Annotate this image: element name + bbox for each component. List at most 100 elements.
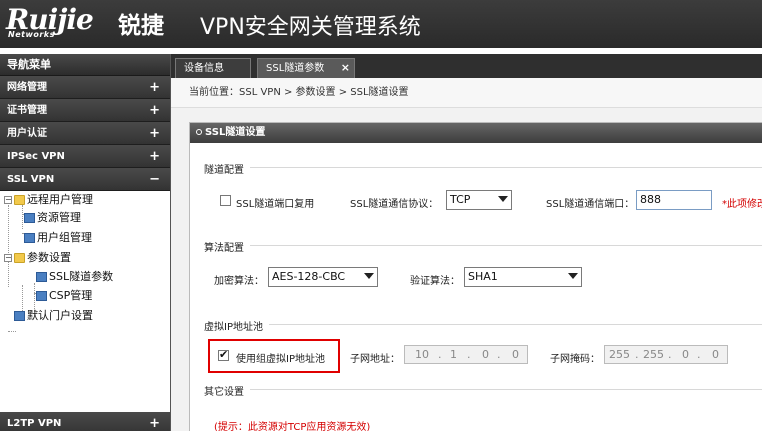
- nav-category-label: 证书管理: [7, 105, 47, 116]
- page-icon: [24, 213, 35, 223]
- use-group-pool-checkbox[interactable]: [218, 348, 229, 361]
- ip-dot: .: [497, 348, 501, 361]
- ip-octet: 1: [450, 348, 457, 361]
- ip-dot: .: [668, 348, 672, 361]
- subnet-label: 子网地址：: [350, 354, 400, 365]
- tree-item-label: 用户组管理: [37, 231, 92, 244]
- ip-dot: .: [635, 348, 639, 361]
- breadcrumb: 当前位置：SSL VPN > 参数设置 > SSL隧道设置: [171, 78, 762, 108]
- nav-menu-heading: 导航菜单: [0, 54, 170, 76]
- page-icon: [36, 272, 47, 282]
- tree-item-label: 远程用户管理: [27, 193, 93, 206]
- tab-bar: 设备信息 SSL隧道参数 ×: [171, 54, 762, 78]
- nav-category-ssl-vpn[interactable]: SSL VPN −: [0, 168, 170, 191]
- expand-icon[interactable]: +: [149, 99, 160, 122]
- chevron-down-icon: [364, 273, 374, 279]
- ip-octet: 255: [643, 348, 664, 361]
- port-label: SSL隧道通信端口：: [546, 199, 635, 210]
- tree-item-param-settings[interactable]: 参数设置: [14, 249, 71, 267]
- use-group-pool-label: 使用组虚拟IP地址池: [236, 354, 325, 365]
- nav-category-label: 网络管理: [7, 82, 47, 93]
- ip-dot: .: [467, 348, 471, 361]
- main-content: 设备信息 SSL隧道参数 × 当前位置：SSL VPN > 参数设置 > SSL隧…: [170, 54, 762, 431]
- ip-octet: 0: [682, 348, 689, 361]
- protocol-select[interactable]: TCP: [446, 190, 512, 210]
- subnet-address-input[interactable]: 10 . 1 . 0 . 0: [404, 345, 528, 364]
- port-reuse-checkbox[interactable]: [220, 195, 231, 206]
- ip-octet: 255: [609, 348, 630, 361]
- fieldset-legend: 虚拟IP地址池: [204, 318, 269, 333]
- expand-icon[interactable]: +: [149, 145, 160, 168]
- ip-octet: 0: [712, 348, 719, 361]
- auth-value: SHA1: [468, 270, 498, 283]
- brand-logo-cn: 锐捷: [118, 13, 164, 39]
- subnet-mask-label: 子网掩码：: [550, 354, 600, 365]
- tree-item-label: 默认门户设置: [27, 309, 93, 322]
- protocol-label: SSL隧道通信协议：: [350, 199, 439, 210]
- nav-category-label: L2TP VPN: [7, 418, 62, 429]
- port-reuse-label: SSL隧道端口复用: [236, 199, 315, 210]
- chevron-down-icon: [568, 273, 578, 279]
- expand-icon[interactable]: +: [149, 122, 160, 145]
- app-header: Ruijie Networks 锐捷 VPN安全网关管理系统: [0, 0, 762, 48]
- ssl-tunnel-settings-panel: SSL隧道设置 隧道配置 SSL隧道端口复用 SSL隧道通信协议： TCP SS…: [189, 122, 762, 431]
- page-icon: [14, 311, 25, 321]
- chevron-down-icon: [498, 196, 508, 202]
- nav-category-ipsec-vpn[interactable]: IPSec VPN +: [0, 145, 170, 168]
- expand-icon[interactable]: +: [149, 412, 160, 431]
- tree-item-label: SSL隧道参数: [49, 270, 114, 283]
- ip-dot: .: [697, 348, 701, 361]
- fieldset-legend: 算法配置: [204, 239, 250, 254]
- sidebar: 导航菜单 网络管理 + 证书管理 + 用户认证 + IPSec VPN + SSL VP…: [0, 54, 170, 431]
- panel-header: SSL隧道设置: [190, 123, 762, 143]
- panel-title: SSL隧道设置: [205, 127, 266, 138]
- tree-item-csp-mgmt[interactable]: CSP管理: [36, 287, 92, 305]
- fieldset-virtual-ip-pool: 虚拟IP地址池: [204, 318, 762, 333]
- port-warning-text: *此项修改: [722, 199, 762, 210]
- protocol-value: TCP: [450, 193, 471, 206]
- expand-icon[interactable]: +: [149, 76, 160, 99]
- nav-category-l2tp-vpn[interactable]: L2TP VPN +: [0, 412, 170, 431]
- auth-label: 验证算法：: [410, 276, 460, 287]
- tree-item-ssl-tunnel-params[interactable]: SSL隧道参数: [36, 268, 113, 286]
- fieldset-algorithm-config: 算法配置: [204, 239, 762, 254]
- fieldset-other-settings: 其它设置: [204, 383, 762, 398]
- nav-category-user-auth[interactable]: 用户认证 +: [0, 122, 170, 145]
- auth-select[interactable]: SHA1: [464, 267, 582, 287]
- fieldset-legend: 其它设置: [204, 383, 250, 398]
- tab-device-info[interactable]: 设备信息: [175, 58, 251, 78]
- fieldset-legend: 隧道配置: [204, 161, 250, 176]
- page-icon: [36, 291, 47, 301]
- nav-category-network[interactable]: 网络管理 +: [0, 76, 170, 99]
- ip-octet: 0: [482, 348, 489, 361]
- app-title: VPN安全网关管理系统: [200, 15, 421, 40]
- nav-category-label: 用户认证: [7, 128, 47, 139]
- ip-octet: 0: [512, 348, 519, 361]
- subnet-mask-input[interactable]: 255 . 255 . 0 . 0: [604, 345, 728, 364]
- collapse-icon[interactable]: −: [149, 168, 160, 191]
- tree-item-label: 参数设置: [27, 251, 71, 264]
- folder-icon: [14, 195, 25, 205]
- close-icon[interactable]: ×: [341, 58, 350, 77]
- tcp-resource-hint: (提示：此资源对TCP应用资源无效): [214, 422, 371, 431]
- nav-category-label: IPSec VPN: [7, 151, 65, 162]
- nav-category-certificate[interactable]: 证书管理 +: [0, 99, 170, 122]
- encryption-value: AES-128-CBC: [272, 270, 346, 283]
- tree-item-label: CSP管理: [49, 289, 93, 302]
- bullet-icon: [196, 129, 202, 135]
- collapse-toggle-icon[interactable]: −: [4, 196, 12, 204]
- tab-ssl-tunnel-params[interactable]: SSL隧道参数 ×: [257, 58, 355, 78]
- encryption-select[interactable]: AES-128-CBC: [268, 267, 378, 287]
- ip-dot: .: [438, 348, 442, 361]
- tree-item-default-portal[interactable]: 默认门户设置: [14, 307, 93, 325]
- tree-item-label: 资源管理: [37, 211, 81, 224]
- tab-label: 设备信息: [184, 63, 224, 74]
- tab-label: SSL隧道参数: [266, 63, 325, 74]
- fieldset-tunnel-config: 隧道配置: [204, 161, 762, 176]
- encryption-label: 加密算法：: [214, 276, 264, 287]
- collapse-toggle-icon[interactable]: −: [4, 254, 12, 262]
- port-input[interactable]: 888: [636, 190, 712, 210]
- tree-item-remote-user-mgmt[interactable]: 远程用户管理: [14, 191, 93, 209]
- tree-item-user-group-mgmt[interactable]: 用户组管理: [24, 229, 92, 247]
- tree-item-resource-mgmt[interactable]: 资源管理: [24, 209, 81, 227]
